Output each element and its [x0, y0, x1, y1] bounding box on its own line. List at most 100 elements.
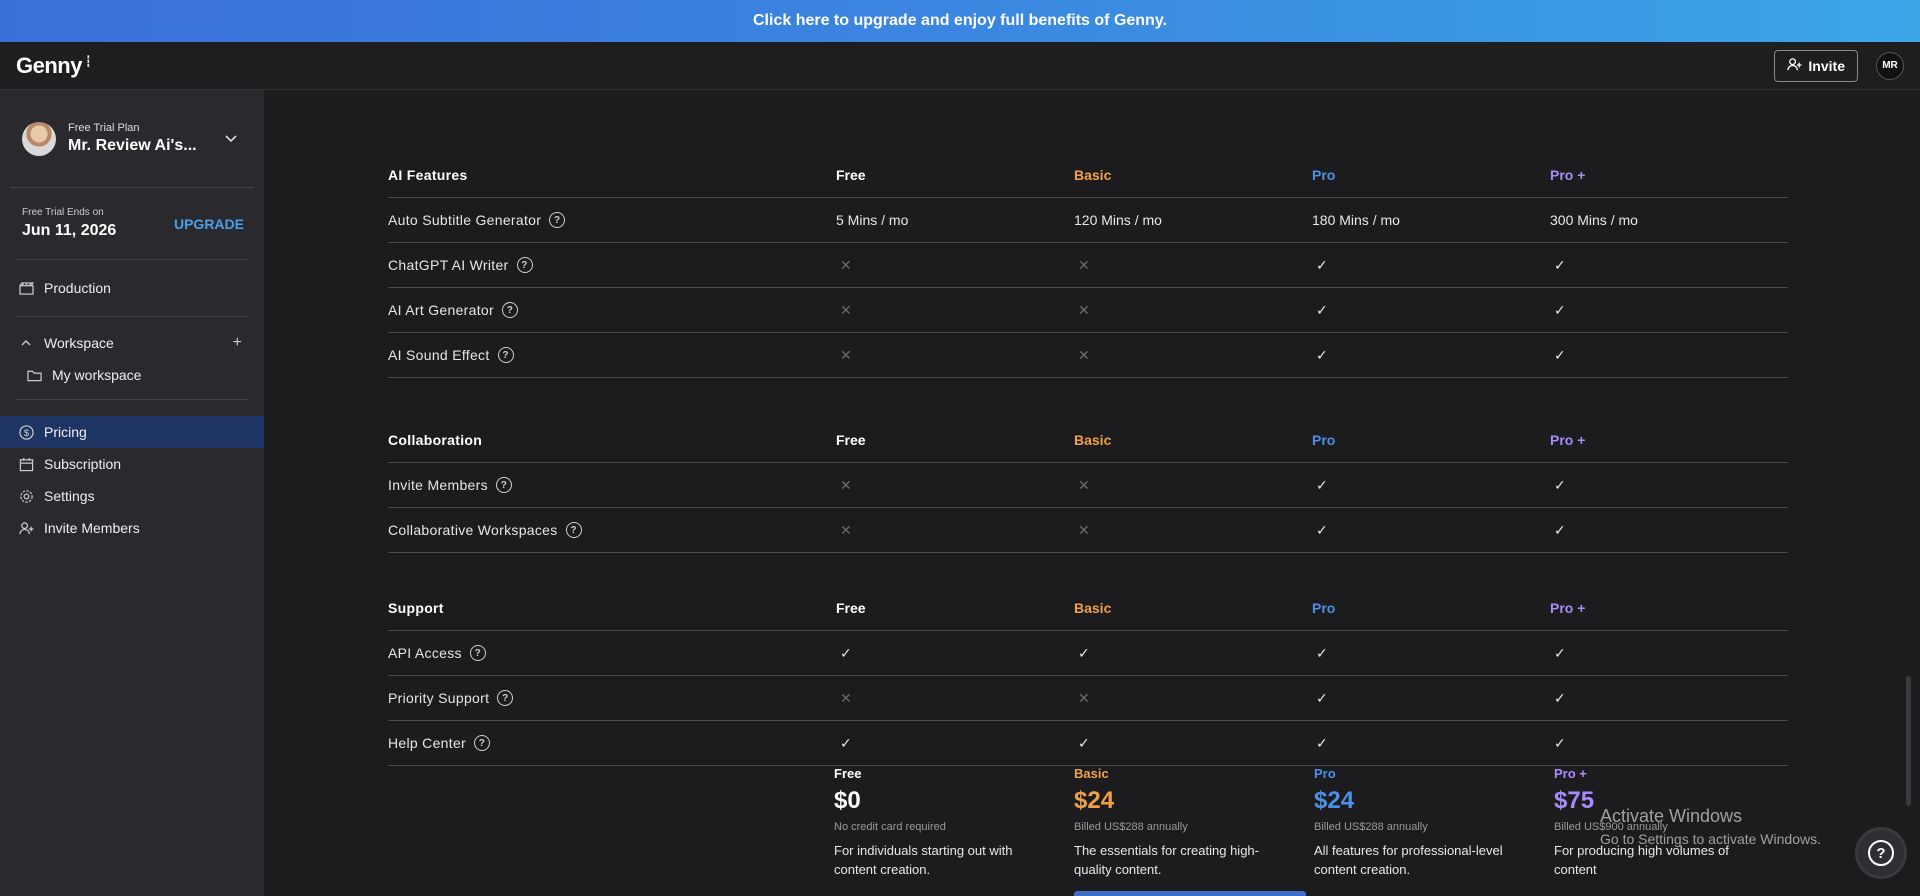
cross-icon: ✕ — [840, 521, 852, 538]
plan-card-pro: Pro $24 Billed US$288 annually All featu… — [1314, 766, 1554, 879]
collaboration-header-row: Collaboration Free Basic Pro Pro + — [388, 417, 1788, 463]
plan-col-basic: Basic — [1074, 431, 1112, 448]
check-icon: ✓ — [1316, 346, 1328, 363]
sidebar-item-invite-members[interactable]: Invite Members — [0, 512, 264, 544]
trial-label: Free Trial Ends on — [22, 207, 104, 218]
sidebar: Free Trial Plan Mr. Review Ai's... Free … — [0, 90, 264, 896]
section-title: AI Features — [388, 166, 468, 183]
question-circle-icon[interactable]: ? — [516, 257, 533, 273]
plan-col-pro: Pro — [1312, 166, 1336, 183]
invite-label: Invite — [1808, 57, 1845, 74]
chevron-down-icon[interactable] — [224, 131, 238, 147]
plan-col-free: Free — [836, 599, 866, 616]
question-circle-icon[interactable]: ? — [565, 522, 582, 538]
cross-icon: ✕ — [1078, 476, 1090, 493]
sidebar-item-label: My workspace — [52, 367, 142, 383]
feature-value: 180 Mins / mo — [1312, 212, 1400, 228]
upgrade-banner-text[interactable]: Click here to upgrade and enjoy full ben… — [753, 12, 1167, 30]
plan-title: Free — [834, 766, 862, 781]
dollar-circle-icon: $ — [18, 424, 34, 440]
add-user-icon — [18, 521, 34, 536]
feature-value: 5 Mins / mo — [836, 212, 909, 228]
sidebar-item-subscription[interactable]: Subscription — [0, 448, 264, 480]
clapperboard-icon — [18, 281, 34, 295]
scrollbar-thumb[interactable] — [1906, 676, 1911, 806]
question-circle-icon[interactable]: ? — [497, 347, 514, 363]
check-icon: ✓ — [1554, 301, 1566, 318]
workspace-header[interactable]: Workspace + — [0, 327, 264, 359]
trial-info: Free Trial Ends on Jun 11, 2026 UPGRADE — [16, 188, 248, 260]
check-icon: ✓ — [1078, 734, 1090, 751]
check-icon: ✓ — [1316, 521, 1328, 538]
feature-label: Help Center — [388, 735, 467, 751]
question-circle-icon[interactable]: ? — [501, 302, 518, 318]
plan-col-proplus: Pro + — [1550, 599, 1586, 616]
plan-price: $24 — [1074, 787, 1115, 814]
section-title: Support — [388, 599, 444, 616]
ai-features-header-row: AI Features Free Basic Pro Pro + — [388, 152, 1788, 198]
feature-row: Auto Subtitle Generator? 5 Mins / mo 120… — [388, 198, 1788, 243]
plan-name: Mr. Review Ai's... — [68, 137, 197, 154]
feature-row: AI Sound Effect? ✕ ✕ ✓ ✓ — [388, 333, 1788, 378]
cross-icon: ✕ — [840, 476, 852, 493]
check-icon: ✓ — [1316, 301, 1328, 318]
feature-label: Auto Subtitle Generator — [388, 212, 542, 228]
check-icon: ✓ — [1554, 644, 1566, 661]
question-circle-icon[interactable]: ? — [469, 645, 486, 661]
invite-button[interactable]: Invite — [1774, 49, 1858, 82]
top-bar: Genny ┇ Invite MR — [0, 42, 1920, 90]
cross-icon: ✕ — [1078, 256, 1090, 273]
workspace-label: Workspace — [44, 335, 114, 351]
add-user-icon — [1787, 57, 1802, 75]
sidebar-item-label: Subscription — [44, 456, 122, 472]
check-icon: ✓ — [1316, 689, 1328, 706]
sidebar-item-settings[interactable]: Settings — [0, 480, 264, 512]
feature-row: Invite Members? ✕ ✕ ✓ ✓ — [388, 463, 1788, 508]
logo-text: Genny — [16, 52, 82, 78]
check-icon: ✓ — [1316, 734, 1328, 751]
plan-switcher[interactable]: Free Trial Plan Mr. Review Ai's... — [10, 90, 254, 188]
question-circle-icon[interactable]: ? — [495, 477, 512, 493]
plan-col-pro: Pro — [1312, 431, 1336, 448]
check-icon: ✓ — [1554, 476, 1566, 493]
plan-col-basic: Basic — [1074, 166, 1112, 183]
genny-logo[interactable]: Genny ┇ — [16, 52, 92, 79]
plan-note: Billed US$288 annually — [1314, 821, 1428, 833]
check-icon: ✓ — [1316, 644, 1328, 661]
chevron-up-icon[interactable] — [18, 339, 34, 347]
basic-subscribe-button[interactable] — [1074, 891, 1306, 896]
support-rows: Support Free Basic Pro Pro + API Access?… — [388, 600, 1788, 766]
feature-label: AI Sound Effect — [388, 347, 490, 363]
upgrade-banner[interactable]: Click here to upgrade and enjoy full ben… — [0, 0, 1920, 42]
question-circle-icon[interactable]: ? — [497, 690, 514, 706]
watermark-line1: Activate Windows — [1600, 806, 1743, 826]
sidebar-item-my-workspace[interactable]: My workspace — [0, 359, 264, 391]
plan-desc: For individuals starting out with conten… — [834, 843, 1013, 877]
sidebar-item-production[interactable]: Production — [0, 272, 264, 304]
feature-label: Invite Members — [388, 477, 488, 493]
plan-price: $0 — [834, 787, 861, 814]
plan-price: $24 — [1314, 787, 1355, 814]
plan-col-free: Free — [836, 166, 866, 183]
sidebar-item-pricing[interactable]: $ Pricing — [0, 416, 264, 448]
plan-title: Basic — [1074, 766, 1109, 781]
check-icon: ✓ — [840, 644, 852, 661]
plan-label: Free Trial Plan — [68, 122, 140, 134]
feature-value: 300 Mins / mo — [1550, 212, 1638, 228]
upgrade-link[interactable]: UPGRADE — [174, 216, 244, 232]
plan-note: No credit card required — [834, 821, 946, 833]
cross-icon: ✕ — [840, 256, 852, 273]
add-workspace-icon[interactable]: + — [233, 334, 242, 352]
question-circle-icon[interactable]: ? — [549, 212, 566, 228]
plan-desc: The essentials for creating high-quality… — [1074, 843, 1259, 877]
sidebar-item-label: Invite Members — [44, 520, 140, 536]
help-button[interactable]: ? — [1858, 830, 1904, 876]
plan-col-free: Free — [836, 431, 866, 448]
question-circle-icon[interactable]: ? — [474, 735, 491, 751]
user-avatar[interactable]: MR — [1876, 51, 1904, 80]
feature-label: API Access — [388, 645, 462, 661]
check-icon: ✓ — [1078, 644, 1090, 661]
feature-row: Collaborative Workspaces? ✕ ✕ ✓ ✓ — [388, 508, 1788, 553]
support-header-row: Support Free Basic Pro Pro + — [388, 585, 1788, 631]
sidebar-item-label: Production — [44, 280, 111, 296]
